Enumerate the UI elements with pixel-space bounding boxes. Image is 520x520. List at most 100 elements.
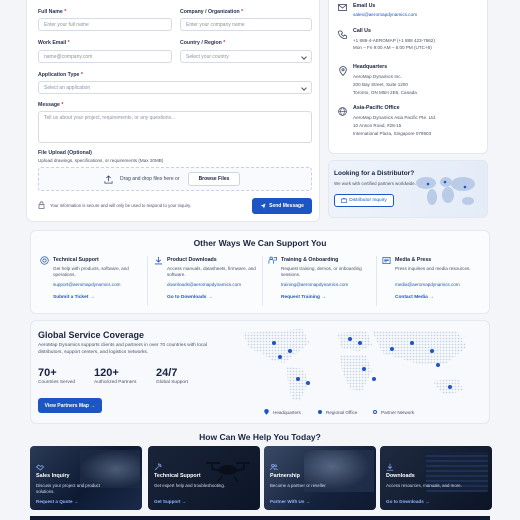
full-name-field[interactable]: Enter your full name (38, 18, 172, 31)
request-training-link[interactable]: Request Training → (281, 295, 326, 300)
tile-partnership[interactable]: Partnership Become a partner or reseller… (264, 446, 376, 510)
download-icon (386, 463, 394, 471)
full-name-label: Full Name * (38, 9, 67, 15)
browse-files-button[interactable]: Browse Files (188, 172, 240, 186)
distributor-inquiry-button[interactable]: Distributor Inquiry (334, 194, 394, 207)
application-type-label: Application Type * (38, 72, 83, 78)
card-title: Training & Onboarding (281, 257, 339, 263)
headquarters-title: Headquarters (353, 64, 388, 70)
legend-partner-network: Partner Network (381, 410, 415, 415)
stat-label: Countries Served (38, 380, 76, 385)
tile-title: Technical Support (154, 473, 201, 479)
other-ways-heading: Other Ways We Can Support You (193, 238, 327, 248)
support-card-training: Training & Onboarding Request training, … (266, 254, 378, 310)
asia-pacific-title: Asia-Pacific Office (353, 105, 400, 111)
send-icon (260, 203, 266, 209)
send-message-label: Send Message (269, 203, 304, 209)
regional-office-dot (318, 410, 322, 414)
company-field[interactable]: Enter your company name (180, 18, 312, 31)
headquarters-marker-icon (264, 409, 269, 415)
legend-headquarters: Headquarters (273, 410, 301, 415)
get-support-link[interactable]: Get Support → (154, 499, 186, 504)
card-title: Technical Support (53, 257, 99, 263)
people-icon (270, 463, 278, 471)
message-textarea[interactable]: Tell us about your project, requirements… (38, 111, 312, 143)
headset-icon (40, 256, 49, 265)
go-to-downloads-link[interactable]: Go to Downloads → (386, 499, 430, 504)
request-quote-link[interactable]: Request a Quote → (36, 499, 78, 504)
email-label: Work Email * (38, 40, 70, 46)
wrench-icon (154, 463, 162, 471)
stat-value: 24/7 (156, 367, 178, 379)
email-field[interactable]: name@company.com (38, 50, 172, 63)
coverage-heading: Global Service Coverage (38, 330, 145, 340)
call-number[interactable]: +1 888-4-AEROMAP (+1 888 423-7662) (353, 37, 435, 44)
submit-ticket-link[interactable]: Submit a Ticket → (53, 295, 95, 300)
newspaper-icon (382, 256, 391, 265)
card-desc: Request training, demos, or onboarding s… (281, 266, 362, 278)
divider (376, 256, 377, 306)
partner-with-us-link[interactable]: Partner With Us → (270, 499, 310, 504)
drone-photo (206, 462, 250, 483)
phone-icon (338, 30, 347, 39)
upload-icon (104, 175, 113, 184)
stat-label: Authorized Partners (94, 380, 137, 385)
lock-icon (38, 201, 45, 209)
hq-company: AeroMap Dynamics Inc. (353, 74, 402, 79)
tile-desc: Discuss your project and product solutio… (36, 483, 100, 494)
training-email-link[interactable]: training@aeromapdynamics.com (281, 282, 348, 287)
partner-network-dot (373, 410, 377, 414)
distributor-inquiry-label: Distributor Inquiry (349, 198, 387, 203)
hq-city: Toronto, ON M5H 2E6, Canada (353, 90, 417, 95)
download-icon (154, 256, 163, 265)
stat-value: 70+ (38, 367, 57, 379)
coverage-desc: AeroMap Dynamics supports clients and pa… (38, 343, 208, 355)
card-desc: Get help with products, software, and op… (53, 266, 129, 278)
card-title: Media & Press (395, 257, 432, 263)
stat-label: Global Support (156, 380, 188, 385)
stat-value: 120+ (94, 367, 119, 379)
world-map (242, 329, 467, 401)
tile-sales-inquiry[interactable]: Sales Inquiry Discuss your project and p… (30, 446, 142, 510)
tile-desc: Access resources, manuals, and more. (386, 483, 462, 488)
partner-icon (341, 198, 348, 203)
distributor-desc: We work with certified partners worldwid… (334, 181, 416, 186)
tile-title: Partnership (270, 473, 300, 479)
application-type-select[interactable]: Select an application (38, 81, 312, 94)
divider (262, 256, 263, 306)
distributor-title: Looking for a Distributor? (334, 170, 415, 177)
mail-icon (338, 4, 347, 11)
location-pin-icon (339, 66, 347, 76)
message-label: Message * (38, 102, 64, 108)
drop-text: Drag and drop files here or (120, 176, 180, 182)
legend-regional-office: Regional Office (326, 410, 358, 415)
card-desc: Press inquiries and media resources. (395, 266, 471, 271)
email-us-title: Email Us (353, 3, 376, 9)
ap-city: International Plaza, Singapore 079903 (353, 131, 432, 136)
media-email-link[interactable]: media@aeromapdynamics.com (395, 282, 460, 287)
support-card-technical: Technical Support Get help with products… (38, 254, 150, 310)
contact-media-link[interactable]: Contact Media → (395, 295, 434, 300)
handshake-icon (36, 464, 44, 471)
country-select[interactable]: Select your country (180, 50, 312, 63)
training-icon (268, 256, 277, 264)
company-label: Company / Organization * (180, 9, 244, 15)
downloads-email-link[interactable]: downloads@aeromapdynamics.com (167, 282, 241, 287)
hq-street: 200 Bay Street, Suite 1200 (353, 82, 408, 87)
card-title: Product Downloads (167, 257, 217, 263)
tile-title: Downloads (386, 473, 415, 479)
tile-technical-support[interactable]: Technical Support Get expert help and tr… (148, 446, 260, 510)
card-desc: Access manuals, datasheets, firmware, an… (167, 266, 256, 278)
view-partners-map-button[interactable]: View Partners Map → (38, 398, 102, 413)
tile-desc: Get expert help and troubleshooting. (154, 483, 226, 488)
support-email-link[interactable]: support@aeromapdynamics.com (53, 282, 120, 287)
help-heading: How Can We Help You Today? (199, 432, 321, 442)
send-message-button[interactable]: Send Message (252, 198, 312, 214)
sales-email-link[interactable]: sales@aeromapdynamics.com (353, 11, 417, 18)
globe-icon (338, 107, 347, 116)
ap-company: AeroMap Dynamics Asia Pacific Pte. Ltd. (353, 115, 437, 120)
divider (147, 256, 148, 306)
tile-downloads[interactable]: Downloads Access resources, manuals, and… (380, 446, 492, 510)
tile-title: Sales Inquiry (36, 473, 70, 479)
go-to-downloads-link[interactable]: Go to Downloads → (167, 295, 213, 300)
